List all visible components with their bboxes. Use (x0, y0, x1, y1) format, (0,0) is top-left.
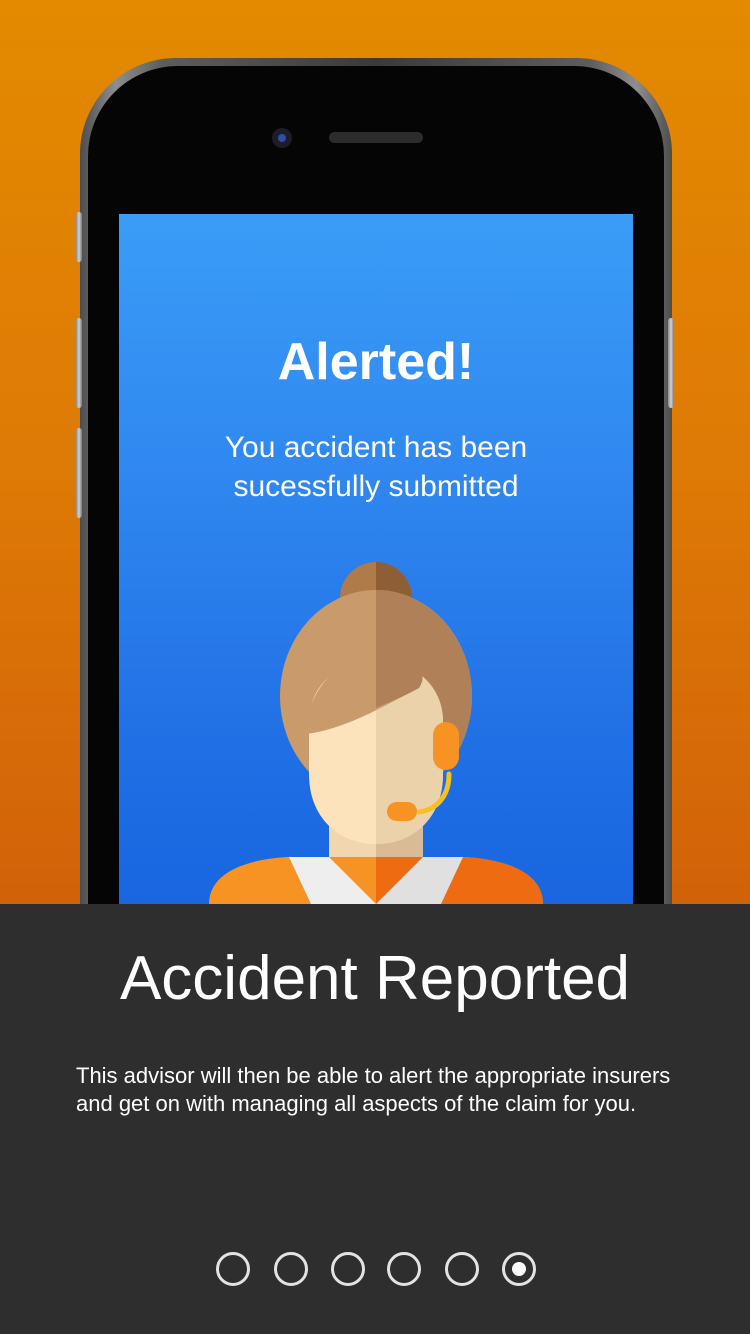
page-indicator (0, 1252, 750, 1286)
phone-screen: Alerted! You accident has been sucessful… (119, 214, 633, 904)
phone-volume-up-button (76, 318, 82, 408)
earpiece-speaker (329, 132, 423, 143)
page-dot-6-active[interactable] (502, 1252, 536, 1286)
page-dot-2[interactable] (274, 1252, 308, 1286)
front-camera-icon (272, 128, 292, 148)
page-dot-5[interactable] (445, 1252, 479, 1286)
advisor-headset-icon (209, 562, 543, 904)
panel-title: Accident Reported (119, 944, 631, 1013)
info-panel: Accident Reported This advisor will then… (0, 904, 750, 1334)
phone-mute-switch (76, 212, 82, 262)
phone-power-button (668, 318, 674, 408)
page-dot-3[interactable] (331, 1252, 365, 1286)
panel-description: This advisor will then be able to alert … (76, 1063, 671, 1116)
page-dot-4[interactable] (387, 1252, 421, 1286)
phone-volume-down-button (76, 428, 82, 518)
page-dot-1[interactable] (216, 1252, 250, 1286)
